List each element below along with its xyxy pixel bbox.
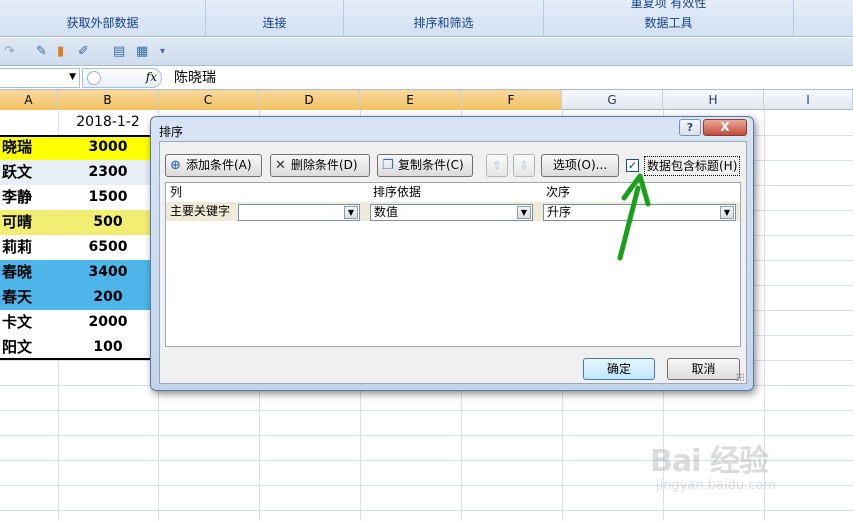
column-header-g[interactable]: G	[562, 90, 663, 110]
add-condition-button[interactable]: ⊕ 添加条件(A)	[165, 154, 262, 177]
cell-value[interactable]: 6500	[58, 235, 158, 260]
chevron-down-icon[interactable]: ▼	[344, 206, 358, 219]
formula-bar: ▼ fx 陈晓瑞	[0, 66, 853, 90]
ok-button[interactable]: 确定	[583, 358, 655, 380]
cell-value[interactable]: 100	[58, 335, 158, 360]
cell-value[interactable]: 2300	[58, 160, 158, 185]
order-select[interactable]: 升序 ▼	[543, 204, 736, 221]
ribbon: 获取外部数据 连接 排序和筛选 重复项 有效性 数据工具	[0, 0, 853, 37]
options-button[interactable]: 选项(O)...	[541, 154, 619, 177]
column-headers: A B C D E F G H I	[0, 90, 853, 110]
ribbon-group-label: 数据工具	[644, 16, 693, 30]
dialog-title: 排序	[159, 125, 184, 139]
grid-line	[0, 460, 853, 461]
cell-b1[interactable]: 2018-1-2	[58, 110, 158, 135]
close-button[interactable]: X	[703, 119, 747, 136]
chevron-down-icon[interactable]: ▼	[69, 72, 76, 82]
cell-name[interactable]: 春晓	[0, 260, 58, 285]
table-icon[interactable]: ▦	[136, 44, 148, 60]
ribbon-group-connections[interactable]: 连接	[206, 0, 344, 36]
add-icon: ⊕	[170, 158, 181, 173]
sort-on-value: 数值	[374, 205, 399, 219]
cell-name[interactable]: 春天	[0, 285, 58, 310]
copy-icon: ❐	[382, 158, 394, 173]
fx-icon[interactable]: fx	[146, 70, 157, 84]
redo-icon[interactable]: ↷	[4, 44, 15, 60]
column-header-h[interactable]: H	[663, 90, 764, 110]
primary-key-label: 主要关键字	[170, 204, 231, 218]
column-header-e[interactable]: E	[360, 90, 461, 110]
cell-value[interactable]: 1500	[58, 185, 158, 210]
formula-content[interactable]: 陈晓瑞	[174, 68, 216, 88]
delete-icon: ✕	[275, 158, 286, 173]
checkbox-label[interactable]: 数据包含标题(H)	[644, 156, 741, 176]
delete-condition-button[interactable]: ✕ 删除条件(D)	[270, 154, 370, 177]
cell-value[interactable]: 500	[58, 210, 158, 235]
column-header-sort-on: 排序依据	[373, 185, 422, 199]
ribbon-group-data-tools[interactable]: 重复项 有效性 数据工具	[544, 0, 794, 36]
column-header-c[interactable]: C	[158, 90, 259, 110]
delete-condition-label: 删除条件(D)	[291, 158, 358, 172]
ribbon-group-label: 获取外部数据	[66, 16, 139, 30]
chart-icon[interactable]: ▮	[57, 44, 64, 60]
add-condition-label: 添加条件(A)	[186, 158, 252, 172]
checkbox-check-icon[interactable]: ✓	[626, 159, 639, 172]
cell-name[interactable]: 可晴	[0, 210, 58, 235]
cell-name[interactable]: 李静	[0, 185, 58, 210]
ribbon-group-label: 排序和筛选	[413, 16, 474, 30]
function-box[interactable]: fx	[82, 68, 162, 88]
grid-line	[0, 485, 853, 486]
copy-condition-label: 复制条件(C)	[398, 158, 464, 172]
dialog-body: ⊕ 添加条件(A) ✕ 删除条件(D) ❐ 复制条件(C) ⇧ ⇩ 选项(O)... …	[159, 141, 747, 384]
column-header-f[interactable]: F	[461, 90, 562, 110]
order-value: 升序	[547, 205, 572, 219]
column-header-a[interactable]: A	[0, 90, 58, 110]
help-button[interactable]: ?	[679, 119, 701, 136]
format-painter-icon[interactable]: ✎	[36, 44, 47, 60]
ribbon-group-sort-filter[interactable]: 排序和筛选	[344, 0, 544, 36]
move-down-button[interactable]: ⇩	[513, 154, 535, 177]
column-header-column: 列	[170, 185, 183, 199]
sort-on-select[interactable]: 数值 ▼	[370, 204, 533, 221]
cell-value[interactable]: 3400	[58, 260, 158, 285]
cell-name[interactable]: 莉莉	[0, 235, 58, 260]
copy-condition-button[interactable]: ❐ 复制条件(C)	[377, 154, 473, 177]
cell-value[interactable]: 3000	[58, 135, 158, 160]
chevron-down-icon[interactable]: ▼	[720, 206, 734, 219]
grid-line	[0, 410, 853, 411]
zoom-icon	[87, 71, 101, 85]
column-header-order: 次序	[546, 185, 571, 199]
cell-name[interactable]: 跃文	[0, 160, 58, 185]
customize-toolbar-icon[interactable]: ▾	[160, 44, 165, 60]
quick-access-toolbar: ↷ ✎ ▮ ✐ ▤ ▦ ▾	[0, 38, 853, 66]
ribbon-group-external-data[interactable]: 获取外部数据	[0, 0, 206, 36]
name-box[interactable]: ▼	[0, 68, 80, 88]
resize-grip-icon[interactable]	[736, 373, 744, 381]
sort-levels-list: 列 排序依据 次序 主要关键字 ▼ 数值 ▼ 升序 ▼	[165, 182, 741, 347]
column-select[interactable]: ▼	[238, 204, 360, 221]
column-header-i[interactable]: I	[764, 90, 853, 110]
cell-name[interactable]: 阳文	[0, 335, 58, 360]
move-up-button[interactable]: ⇧	[486, 154, 508, 177]
form-icon[interactable]: ▤	[113, 44, 125, 60]
column-header-b[interactable]: B	[58, 90, 158, 110]
grid-line	[0, 510, 853, 511]
ribbon-partial-label: 重复项 有效性	[630, 0, 707, 10]
cell-value[interactable]: 2000	[58, 310, 158, 335]
edit-icon[interactable]: ✐	[78, 44, 89, 60]
sort-dialog: 排序 ? X ⊕ 添加条件(A) ✕ 删除条件(D) ❐ 复制条件(C) ⇧ ⇩ 选项…	[150, 116, 754, 391]
column-header-d[interactable]: D	[259, 90, 360, 110]
cell-name[interactable]: 晓瑞	[0, 135, 58, 160]
grid-line	[0, 435, 853, 436]
cancel-button[interactable]: 取消	[667, 358, 740, 380]
ribbon-group-label: 连接	[262, 16, 287, 30]
cell-value[interactable]: 200	[58, 285, 158, 310]
cell-name[interactable]: 卡文	[0, 310, 58, 335]
chevron-down-icon[interactable]: ▼	[517, 206, 531, 219]
